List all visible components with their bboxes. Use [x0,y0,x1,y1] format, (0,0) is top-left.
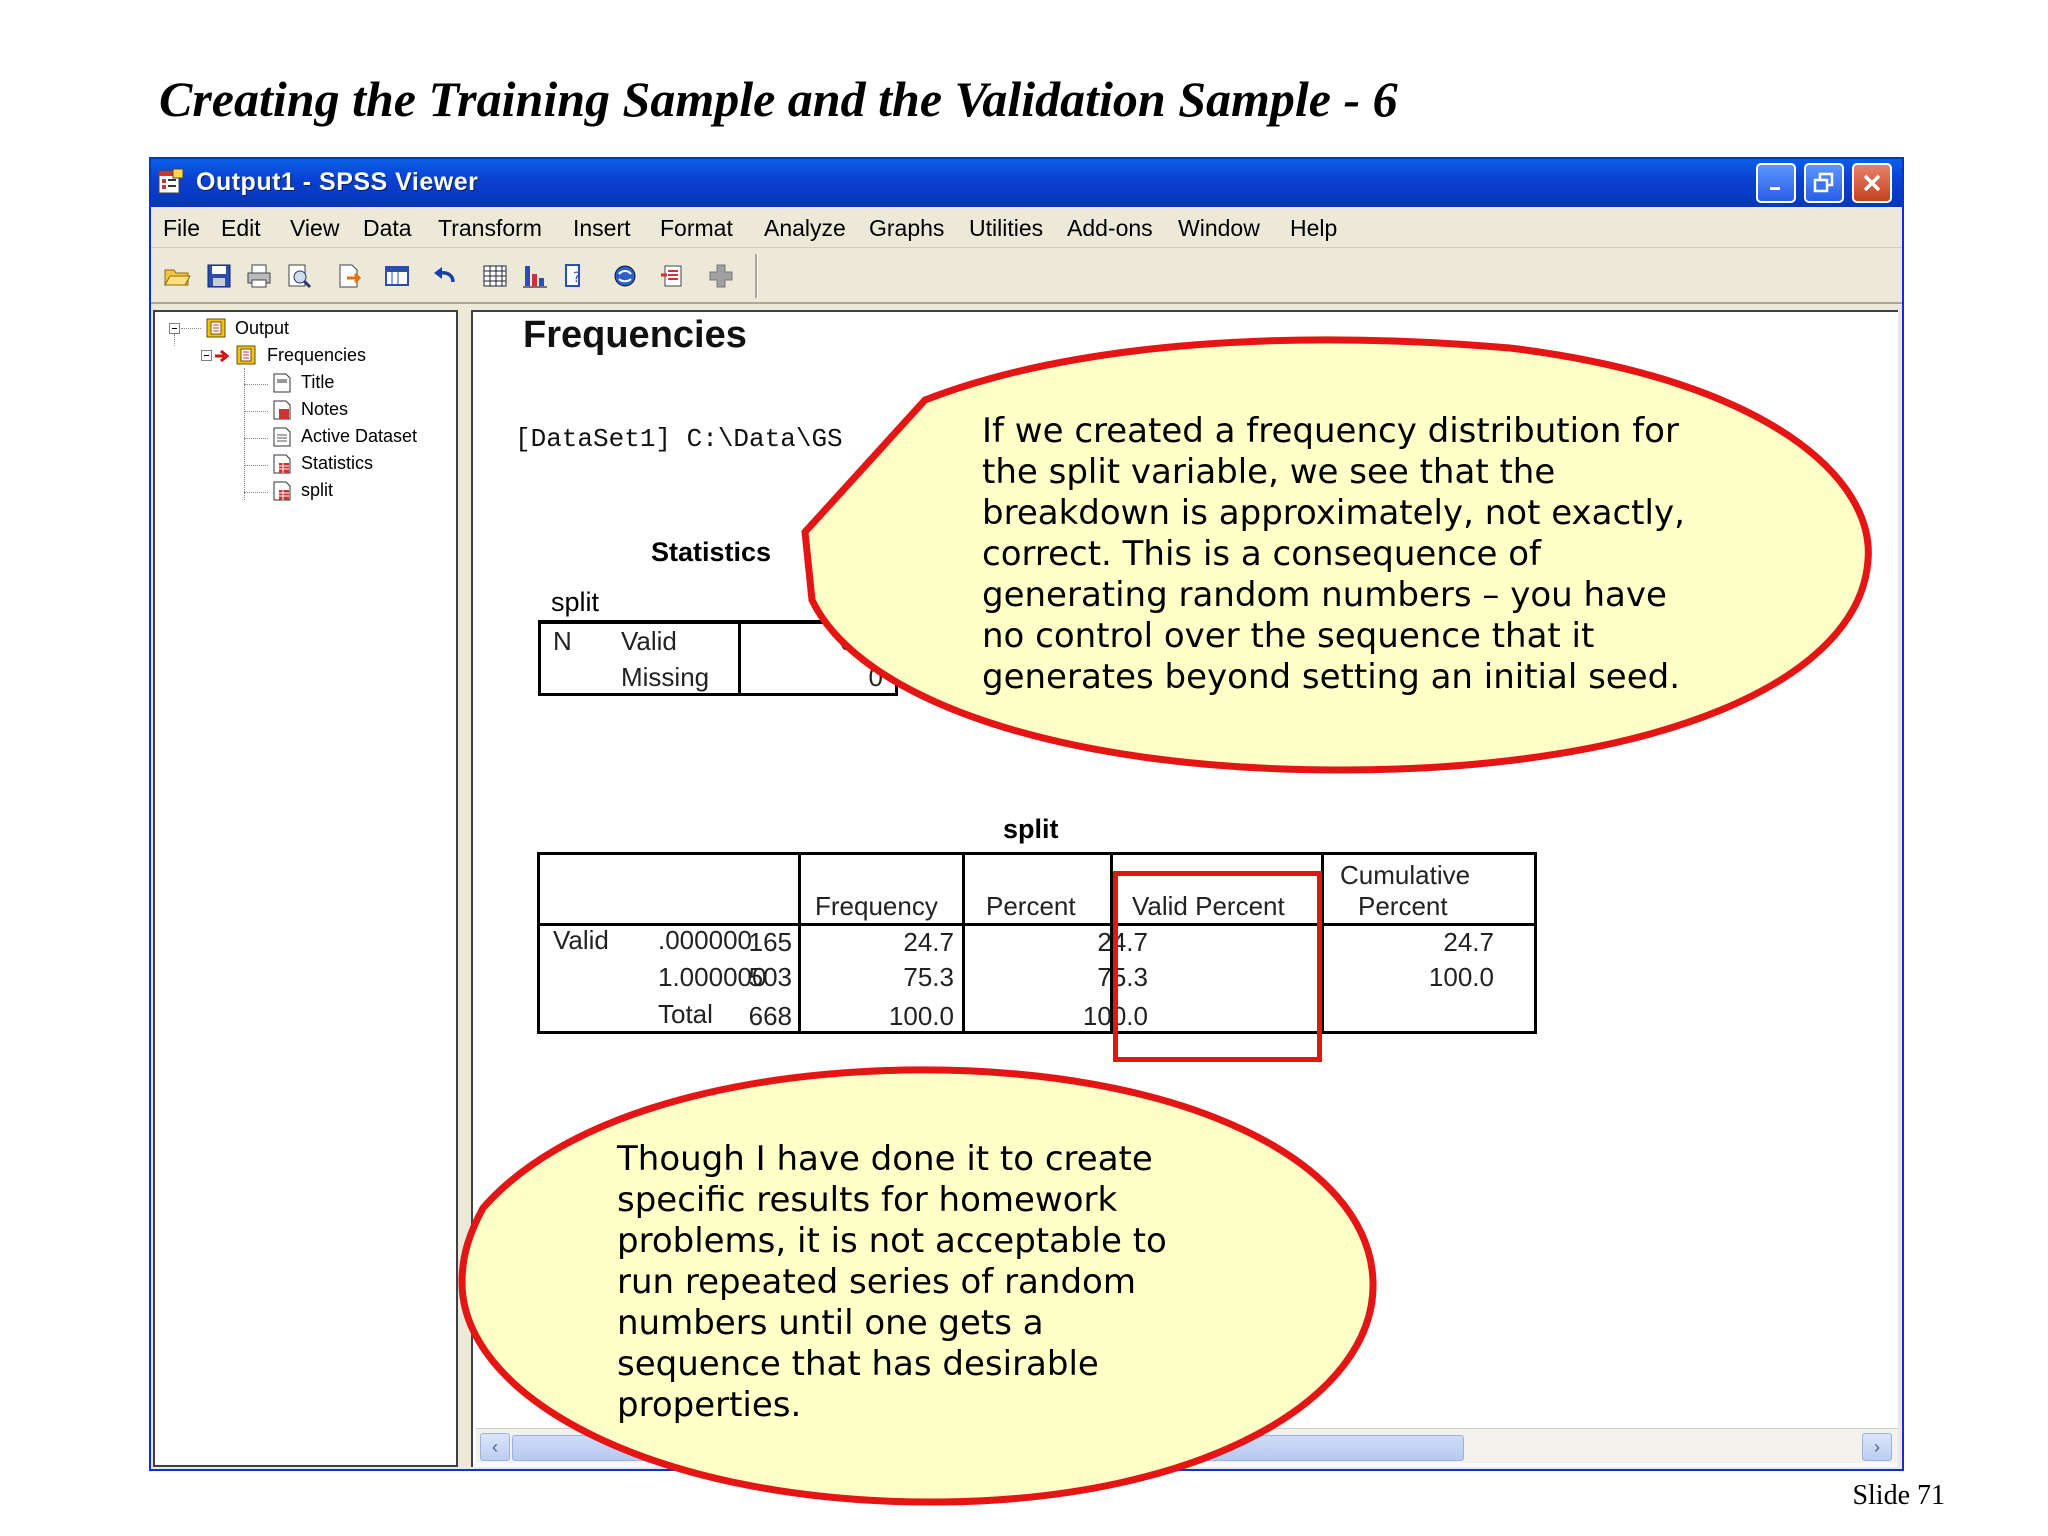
top-callout-line: generating random numbers – you have [982,575,1667,615]
bottom-callout-line: sequence that has desirable [617,1344,1099,1384]
bottom-callout-line: numbers until one gets a [617,1303,1044,1343]
slide-number: Slide 71 [1852,1480,1945,1511]
bottom-callout-text: Though I have done it to create specific… [617,1139,1167,1426]
top-callout-line: correct. This is a consequence of [982,534,1542,574]
top-callout-line: no control over the sequence that it [982,616,1595,656]
bottom-callout-line: Though I have done it to create [617,1139,1153,1179]
bottom-callout-line: specific results for homework [617,1180,1118,1220]
bottom-callout-line: properties. [617,1385,802,1425]
bottom-callout-line: run repeated series of random [617,1262,1136,1302]
top-callout-line: breakdown is approximately, not exactly, [982,493,1685,533]
top-callout-line: If we created a frequency distribution f… [982,411,1679,451]
top-callout-line: generates beyond setting an initial seed… [982,657,1681,697]
bottom-callout-line: problems, it is not acceptable to [617,1221,1167,1261]
top-callout-line: the split variable, we see that the [982,452,1556,492]
top-callout-text: If we created a frequency distribution f… [982,411,1685,698]
